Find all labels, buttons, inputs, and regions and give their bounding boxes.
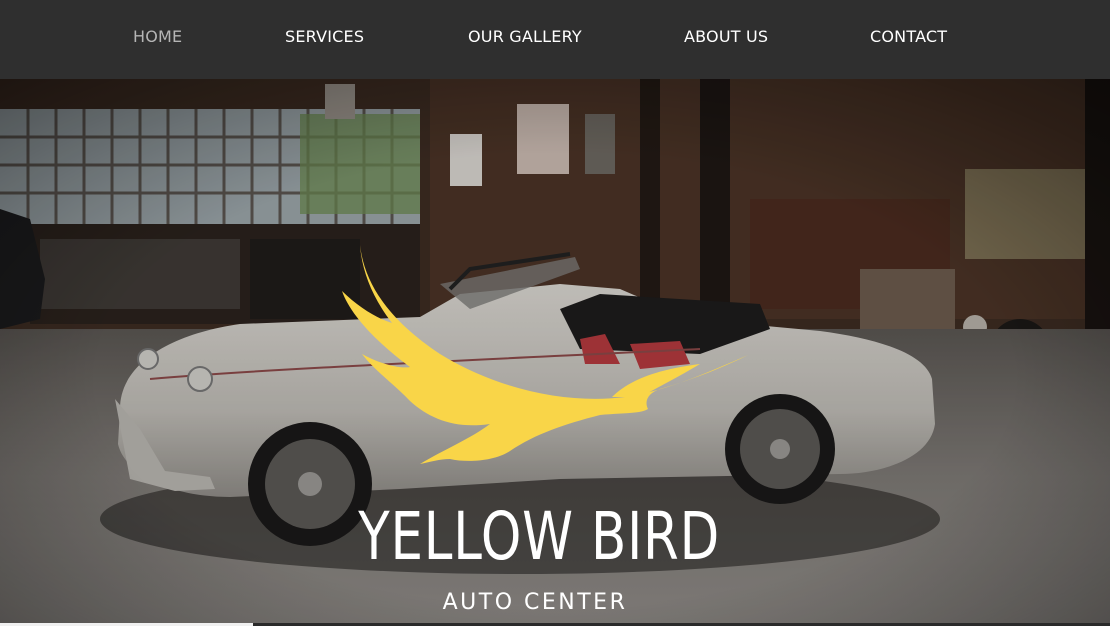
brand-title: YELLOW BIRD <box>358 498 721 575</box>
nav-contact[interactable]: CONTACT <box>870 27 947 47</box>
nav-about-us[interactable]: ABOUT US <box>684 27 768 47</box>
hero-banner: YELLOW BIRD AUTO CENTER <box>0 79 1110 626</box>
nav-home[interactable]: HOME <box>133 27 182 47</box>
nav-services[interactable]: SERVICES <box>285 27 364 47</box>
brand-subtitle: AUTO CENTER <box>442 590 628 615</box>
nav-our-gallery[interactable]: OUR GALLERY <box>468 27 582 47</box>
top-navbar: HOME SERVICES OUR GALLERY ABOUT US CONTA… <box>0 0 1110 79</box>
